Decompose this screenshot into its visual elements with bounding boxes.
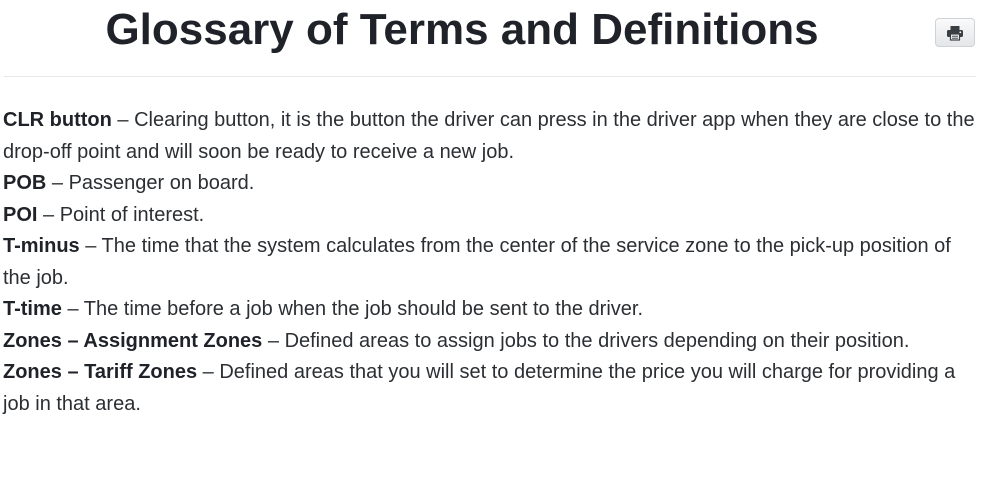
glossary-definition: The time before a job when the job shoul… — [83, 298, 644, 320]
glossary-term: Zones – Tariff Zones — [3, 361, 198, 383]
glossary-term: POI — [3, 203, 38, 226]
header-divider — [4, 76, 976, 77]
term-separator: – — [197, 361, 220, 383]
glossary-entry: T-time – The time before a job when the … — [3, 294, 978, 326]
glossary-entry: POB – Passenger on board. — [3, 168, 978, 200]
glossary-term: POB — [3, 172, 47, 194]
glossary-definition: Defined areas to assign jobs to the driv… — [284, 329, 910, 352]
term-separator: – — [79, 235, 102, 257]
term-separator: – — [61, 298, 84, 320]
glossary-entry: POI – Point of interest. — [3, 200, 978, 232]
glossary-definition: The time that the system calculates from… — [3, 235, 951, 289]
term-separator: – — [46, 172, 69, 194]
glossary-definition: Point of interest. — [59, 203, 205, 226]
glossary-entry: CLR button – Clearing button, it is the … — [3, 105, 978, 168]
glossary-term: Zones – Assignment Zones — [3, 329, 263, 352]
glossary-definition: Passenger on board. — [68, 172, 255, 194]
glossary-term: T-minus — [3, 235, 80, 257]
glossary-list: CLR button – Clearing button, it is the … — [3, 105, 978, 420]
page-title: Glossary of Terms and Definitions — [105, 5, 819, 54]
term-separator: – — [111, 109, 135, 131]
term-separator: – — [37, 203, 60, 226]
print-button[interactable] — [935, 18, 975, 47]
printer-icon — [947, 25, 963, 41]
glossary-entry: Zones – Assignment Zones – Defined areas… — [3, 326, 978, 358]
glossary-term: CLR button — [3, 109, 112, 131]
term-separator: – — [262, 329, 285, 352]
glossary-definition: Clearing button, it is the button the dr… — [3, 109, 975, 163]
glossary-entry: T-minus – The time that the system calcu… — [3, 231, 978, 294]
glossary-term: T-time — [3, 298, 62, 320]
glossary-entry: Zones – Tariff Zones – Defined areas tha… — [3, 357, 978, 420]
